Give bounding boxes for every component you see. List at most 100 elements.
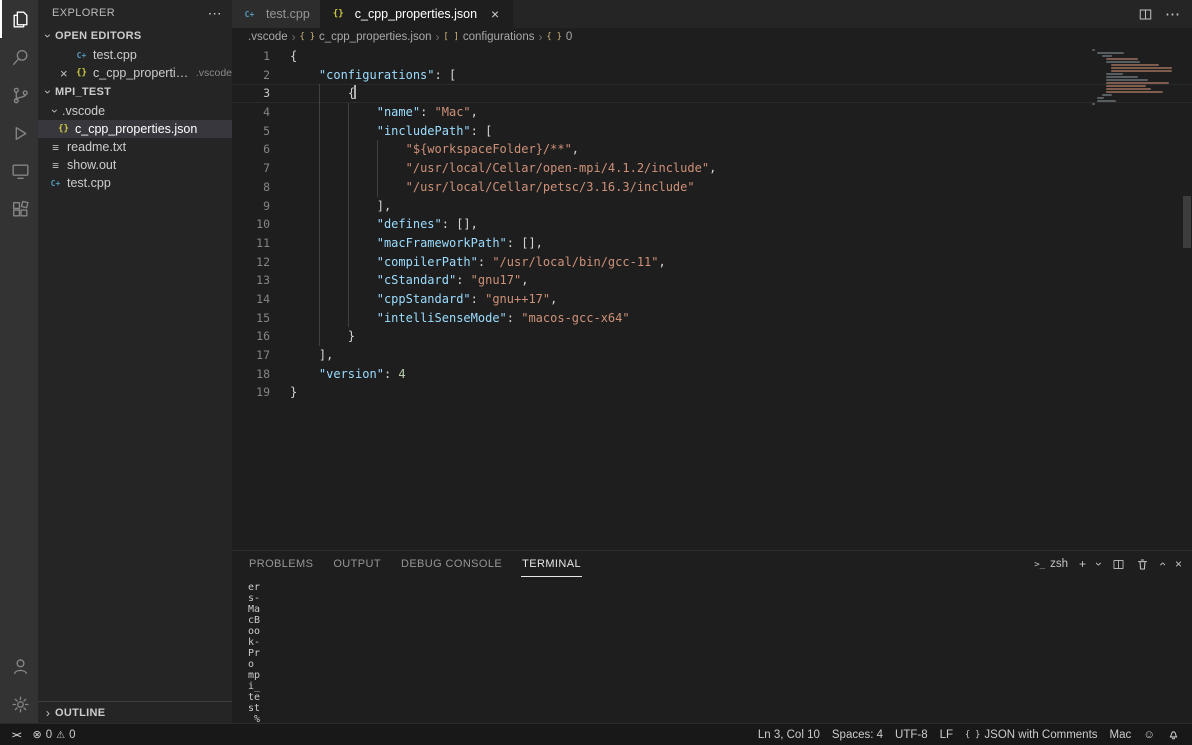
indent-guide — [348, 253, 377, 272]
indent-guide — [290, 215, 319, 234]
activitybar-account[interactable] — [0, 647, 38, 685]
tree-item-test-cpp[interactable]: test.cpp — [38, 174, 232, 192]
section-open-editors[interactable]: OPEN EDITORS — [38, 26, 232, 46]
activitybar-remote-explorer[interactable] — [0, 152, 38, 190]
code-line-10[interactable]: 10 "defines": [], — [232, 215, 1192, 234]
code-line-5[interactable]: 5 "includePath": [ — [232, 122, 1192, 141]
code-line-18[interactable]: 18 "version": 4 — [232, 365, 1192, 384]
terminal-dropdown-icon[interactable] — [1097, 557, 1101, 571]
tree-item-readme-txt[interactable]: readme.txt — [38, 138, 232, 156]
terminal-line: Ma — [248, 604, 261, 615]
indent-guide — [348, 122, 377, 141]
indent-guide — [319, 159, 348, 178]
activitybar-source-control[interactable] — [0, 76, 38, 114]
status-utf-8[interactable]: UTF-8 — [889, 724, 934, 745]
code-line-12[interactable]: 12 "compilerPath": "/usr/local/bin/gcc-1… — [232, 253, 1192, 272]
code-line-15[interactable]: 15 "intelliSenseMode": "macos-gcc-x64" — [232, 309, 1192, 328]
terminal-line: % — [248, 714, 261, 723]
code-line-6[interactable]: 6 "${workspaceFolder}/**", — [232, 140, 1192, 159]
line-content: "/usr/local/Cellar/petsc/3.16.3/include" — [290, 178, 695, 197]
code-token: , — [550, 291, 558, 306]
indent-guide — [319, 309, 348, 328]
activitybar-settings[interactable] — [0, 685, 38, 723]
code-token: [], — [521, 235, 543, 250]
trash-icon[interactable] — [1136, 558, 1149, 571]
status-ln-3-col-10[interactable]: Ln 3, Col 10 — [752, 724, 826, 745]
terminal-shell-select[interactable]: zsh — [1034, 558, 1068, 570]
tab-test-cpp[interactable]: test.cpp — [232, 0, 321, 28]
file-label: show.out — [67, 158, 117, 172]
feedback-button[interactable] — [1137, 724, 1161, 745]
indent-guide — [290, 346, 319, 365]
indent-guide — [377, 178, 406, 197]
section-workspace[interactable]: MPI_TEST — [38, 82, 232, 102]
panel-tab-output[interactable]: OUTPUT — [332, 551, 382, 577]
code-line-7[interactable]: 7 "/usr/local/Cellar/open-mpi/4.1.2/incl… — [232, 159, 1192, 178]
indent-guide — [319, 197, 348, 216]
indent-guide — [319, 103, 348, 122]
minimap-line — [1111, 67, 1172, 69]
code-line-8[interactable]: 8 "/usr/local/Cellar/petsc/3.16.3/includ… — [232, 178, 1192, 197]
code-line-1[interactable]: 1{ — [232, 47, 1192, 66]
indent-guide — [290, 178, 319, 197]
tree-item-vscode[interactable]: .vscode — [38, 102, 232, 120]
activitybar-explorer[interactable] — [0, 0, 38, 38]
minimap-line — [1106, 58, 1138, 60]
close-tab-icon[interactable] — [488, 6, 502, 22]
txt-file-icon — [48, 140, 63, 154]
code-line-4[interactable]: 4 "name": "Mac", — [232, 103, 1192, 122]
code-line-2[interactable]: 2 "configurations": [ — [232, 66, 1192, 85]
editor-scrollbar[interactable] — [1182, 46, 1192, 550]
code-line-16[interactable]: 16 } — [232, 327, 1192, 346]
problems-status[interactable]: 0 0 — [27, 724, 82, 745]
code-line-3[interactable]: 3 { — [232, 84, 1192, 103]
more-actions-icon[interactable] — [1165, 5, 1180, 23]
status-json-with-comments[interactable]: JSON with Comments — [959, 724, 1103, 745]
terminal-content[interactable]: er s- Ma cB oo k- Pr o mp i_ te st % — [232, 577, 1192, 723]
more-actions-icon[interactable] — [208, 5, 222, 22]
status-spaces-4[interactable]: Spaces: 4 — [826, 724, 889, 745]
panel-tab-debug-console[interactable]: DEBUG CONSOLE — [400, 551, 503, 577]
status-mac[interactable]: Mac — [1104, 724, 1138, 745]
code-line-19[interactable]: 19} — [232, 383, 1192, 402]
breadcrumb-item-configurations[interactable]: configurations — [444, 31, 535, 43]
minimap-line — [1106, 85, 1146, 87]
open-editor-item-c-cpp-properties-json[interactable]: c_cpp_properties.json .vscode — [38, 64, 232, 82]
scrollbar-thumb[interactable] — [1183, 196, 1191, 248]
split-terminal-icon[interactable] — [1112, 558, 1125, 571]
breadcrumb-item-vscode[interactable]: .vscode — [248, 31, 288, 43]
code-line-17[interactable]: 17 ], — [232, 346, 1192, 365]
activitybar-run-debug[interactable] — [0, 114, 38, 152]
minimap[interactable] — [1092, 49, 1180, 106]
minimap-line — [1106, 91, 1163, 93]
code-line-11[interactable]: 11 "macFrameworkPath": [], — [232, 234, 1192, 253]
notifications-button[interactable] — [1161, 724, 1186, 745]
breadcrumb-item-file[interactable]: c_cpp_properties.json — [300, 31, 432, 43]
file-detail: .vscode — [195, 67, 232, 79]
panel-tab-problems[interactable]: PROBLEMS — [248, 551, 314, 577]
breadcrumb-item-0[interactable]: 0 — [546, 31, 572, 43]
code-editor[interactable]: 1{2 "configurations": [3 {4 "name": "Mac… — [232, 46, 1192, 550]
activitybar-extensions[interactable] — [0, 190, 38, 228]
breadcrumb-label: .vscode — [248, 31, 288, 43]
split-editor-icon[interactable] — [1138, 7, 1153, 22]
status-lf[interactable]: LF — [934, 724, 959, 745]
maximize-panel-icon[interactable] — [1160, 557, 1164, 571]
status-left: 0 0 — [6, 724, 82, 745]
section-outline[interactable]: OUTLINE — [38, 701, 232, 723]
activitybar-search[interactable] — [0, 38, 38, 76]
remote-indicator[interactable] — [6, 724, 27, 745]
code-line-14[interactable]: 14 "cppStandard": "gnu++17", — [232, 290, 1192, 309]
code-line-13[interactable]: 13 "cStandard": "gnu17", — [232, 271, 1192, 290]
code-line-9[interactable]: 9 ], — [232, 197, 1192, 216]
close-panel-icon[interactable] — [1175, 557, 1182, 571]
tree-item-show-out[interactable]: show.out — [38, 156, 232, 174]
tree-item-c-cpp-properties-json[interactable]: c_cpp_properties.json — [38, 120, 232, 138]
close-icon[interactable] — [60, 67, 74, 80]
new-terminal-icon[interactable] — [1079, 557, 1086, 571]
open-editor-item-test-cpp[interactable]: test.cpp — [38, 46, 232, 64]
tab-label: c_cpp_properties.json — [354, 7, 478, 21]
tab-c-cpp-properties-json[interactable]: c_cpp_properties.json — [320, 0, 514, 28]
indent-guide — [290, 253, 319, 272]
panel-tab-terminal[interactable]: TERMINAL — [521, 551, 582, 577]
